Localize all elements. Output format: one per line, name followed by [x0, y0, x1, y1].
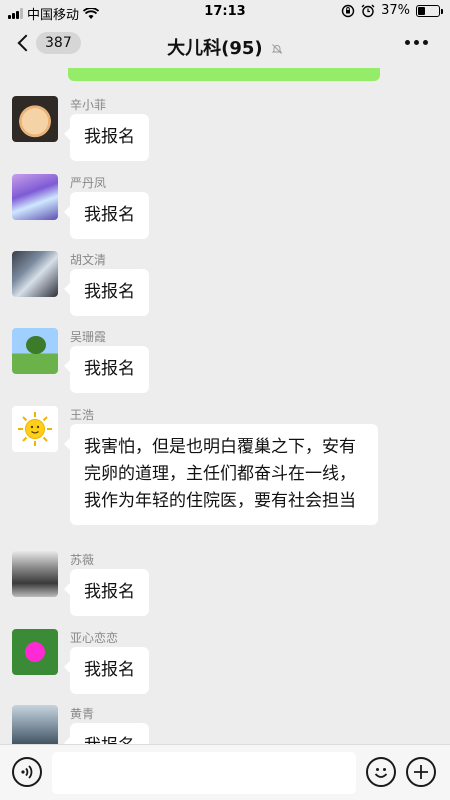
avatar[interactable]	[12, 328, 58, 374]
sender-name: 严丹凤	[70, 176, 107, 190]
avatar[interactable]	[12, 406, 58, 452]
avatar[interactable]	[12, 174, 58, 220]
sender-name: 亚心恋恋	[70, 631, 119, 645]
rotation-lock-icon	[341, 4, 355, 17]
voice-icon	[21, 765, 33, 779]
bell-muted-icon	[271, 44, 282, 54]
avatar[interactable]	[12, 96, 58, 142]
status-bar: 中国移动 17:13 37%	[0, 0, 450, 24]
sender-name: 辛小菲	[70, 98, 107, 112]
battery-icon	[416, 4, 443, 17]
battery-percent: 37%	[381, 3, 410, 18]
chat-nav-bar: 387 大儿科(95)	[0, 24, 450, 68]
message-bubble[interactable]: 我报名	[64, 114, 149, 161]
sender-name: 苏薇	[70, 553, 95, 567]
sender-name: 吴珊霞	[70, 330, 107, 344]
message-bubble[interactable]: 我报名	[64, 569, 149, 616]
group-name: 大儿科(95)	[167, 38, 263, 59]
alarm-icon	[361, 4, 375, 17]
message-bubble[interactable]: 我报名	[64, 647, 149, 694]
chat-title: 大儿科(95)	[0, 34, 450, 60]
plus-button[interactable]	[406, 757, 436, 787]
message-bubble[interactable]: 我害怕，但是也明白覆巢之下，安有完卵的道理，主任们都奋斗在一线，我作为年轻的住院…	[64, 424, 378, 525]
previous-message-bubble	[68, 68, 380, 81]
message-input[interactable]	[52, 752, 356, 794]
sender-name: 王浩	[70, 408, 95, 422]
message-bubble[interactable]: 我报名	[64, 192, 149, 239]
message-bubble[interactable]: 我报名	[64, 346, 149, 393]
emoji-icon	[374, 768, 388, 778]
plus-icon	[414, 765, 428, 779]
sender-name: 胡文清	[70, 253, 107, 267]
voice-button[interactable]	[12, 757, 42, 787]
avatar[interactable]	[12, 705, 58, 744]
status-right: 37%	[341, 3, 443, 18]
sun-emoji-icon	[18, 412, 52, 446]
sender-name: 黄青	[70, 707, 95, 721]
input-bar	[0, 744, 450, 800]
message-bubble[interactable]: 我报名	[64, 269, 149, 316]
avatar[interactable]	[12, 551, 58, 597]
message-bubble[interactable]: 我报名	[64, 723, 149, 744]
message-list[interactable]: 辛小菲 我报名 严丹凤 我报名 胡文清 我报名 吴珊霞 我报名 王浩 我害怕，但…	[0, 68, 450, 744]
more-dots-icon[interactable]	[405, 40, 428, 45]
emoji-button[interactable]	[366, 757, 396, 787]
avatar[interactable]	[12, 251, 58, 297]
avatar[interactable]	[12, 629, 58, 675]
